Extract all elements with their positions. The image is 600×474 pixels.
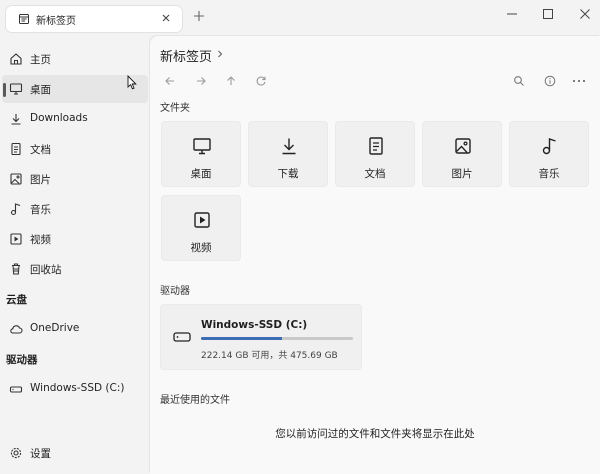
sidebar-item-label: OneDrive	[30, 322, 80, 334]
folders-section-title[interactable]: 文件夹	[160, 99, 190, 114]
main-content: 新标签页 文件夹 桌面 下载 文档 图片 音乐 视频 驱动器 Windows-S…	[150, 36, 600, 474]
maximize-icon[interactable]	[541, 7, 555, 21]
cloud-icon	[9, 322, 23, 336]
drive-icon	[9, 382, 23, 396]
breadcrumb[interactable]: 新标签页	[160, 46, 212, 65]
sidebar-item-videos[interactable]: 视频	[2, 225, 148, 253]
sidebar-section-cloud[interactable]: 云盘	[6, 292, 27, 307]
sidebar-item-settings[interactable]: 设置	[2, 439, 148, 467]
folder-label: 图片	[451, 168, 473, 180]
sidebar-item-music[interactable]: 音乐	[2, 195, 148, 223]
folder-tile-desktop[interactable]: 桌面	[161, 121, 241, 187]
sidebar-section-drives[interactable]: 驱动器	[6, 352, 38, 367]
sidebar-item-label: 图片	[30, 174, 51, 186]
sidebar-item-windows-ssd[interactable]: Windows-SSD (C:)	[2, 375, 148, 403]
drive-card-windows-ssd[interactable]: Windows-SSD (C:) 222.14 GB 可用，共 475.69 G…	[160, 304, 362, 370]
drive-size-text: 222.14 GB 可用，共 475.69 GB	[201, 351, 338, 361]
music-icon	[9, 202, 23, 216]
tab-title: 新标签页	[36, 16, 76, 27]
sidebar-item-onedrive[interactable]: OneDrive	[2, 315, 148, 343]
refresh-icon[interactable]	[255, 75, 267, 87]
more-options-icon[interactable]	[572, 75, 586, 87]
sidebar-item-label: Windows-SSD (C:)	[30, 382, 125, 394]
sidebar-item-home[interactable]: 主页	[2, 45, 148, 73]
home-icon	[9, 52, 23, 66]
recent-files-section-title[interactable]: 最近使用的文件	[160, 391, 230, 406]
drives-section-title[interactable]: 驱动器	[160, 282, 190, 297]
desktop-icon	[9, 82, 23, 96]
minimize-icon[interactable]	[505, 7, 519, 21]
download-icon	[279, 136, 299, 156]
video-icon	[192, 210, 212, 230]
search-icon[interactable]	[513, 75, 525, 87]
sidebar-item-label: 设置	[30, 448, 51, 460]
close-window-icon[interactable]	[578, 7, 592, 21]
sidebar-item-recycle-bin[interactable]: 回收站	[2, 255, 148, 283]
mouse-cursor-icon	[127, 75, 137, 90]
back-arrow-icon[interactable]	[164, 75, 176, 87]
recycle-bin-icon	[9, 262, 23, 276]
folder-tile-music[interactable]: 音乐	[509, 121, 589, 187]
sidebar-item-label: 桌面	[30, 84, 51, 96]
sidebar-item-label: 音乐	[30, 204, 51, 216]
folder-label: 视频	[190, 242, 212, 254]
folder-tile-pictures[interactable]: 图片	[422, 121, 502, 187]
sidebar-item-label: 回收站	[30, 264, 62, 276]
folder-tile-downloads[interactable]: 下载	[248, 121, 328, 187]
add-tab-icon[interactable]	[192, 9, 206, 23]
folder-label: 下载	[277, 168, 299, 180]
up-arrow-icon[interactable]	[225, 75, 237, 87]
close-icon[interactable]	[160, 12, 172, 24]
document-icon	[9, 142, 23, 156]
drive-name: Windows-SSD (C:)	[201, 319, 308, 331]
picture-icon	[453, 136, 473, 156]
sidebar: 主页 桌面 Downloads 文档 图片 音乐 视频 回收站 云盘 OneDr…	[0, 36, 150, 474]
chevron-right-icon[interactable]	[216, 50, 224, 58]
music-icon	[540, 136, 560, 156]
folder-label: 文档	[364, 168, 386, 180]
tab-new-tab[interactable]: 新标签页	[6, 6, 182, 32]
forward-arrow-icon[interactable]	[195, 75, 207, 87]
drive-icon	[173, 331, 191, 343]
sidebar-item-label: 主页	[30, 54, 51, 66]
sidebar-item-pictures[interactable]: 图片	[2, 165, 148, 193]
info-icon[interactable]	[544, 75, 556, 87]
video-icon	[9, 232, 23, 246]
desktop-icon	[192, 136, 212, 156]
download-icon	[9, 112, 23, 126]
picture-icon	[9, 172, 23, 186]
tab-page-icon	[18, 13, 30, 25]
recent-files-empty-message: 您以前访问过的文件和文件夹将显示在此处	[275, 428, 475, 440]
drive-usage-bar	[201, 337, 353, 340]
title-bar: 新标签页	[0, 0, 600, 36]
sidebar-item-label: Downloads	[30, 112, 88, 124]
sidebar-item-label: 视频	[30, 234, 51, 246]
gear-icon	[9, 446, 23, 460]
folder-label: 桌面	[190, 168, 212, 180]
drive-usage-fill	[201, 337, 282, 340]
folder-tile-videos[interactable]: 视频	[161, 195, 241, 261]
folder-label: 音乐	[538, 168, 560, 180]
sidebar-item-label: 文档	[30, 144, 51, 156]
document-icon	[366, 136, 386, 156]
folder-tile-documents[interactable]: 文档	[335, 121, 415, 187]
sidebar-item-documents[interactable]: 文档	[2, 135, 148, 163]
sidebar-item-downloads[interactable]: Downloads	[2, 105, 148, 133]
